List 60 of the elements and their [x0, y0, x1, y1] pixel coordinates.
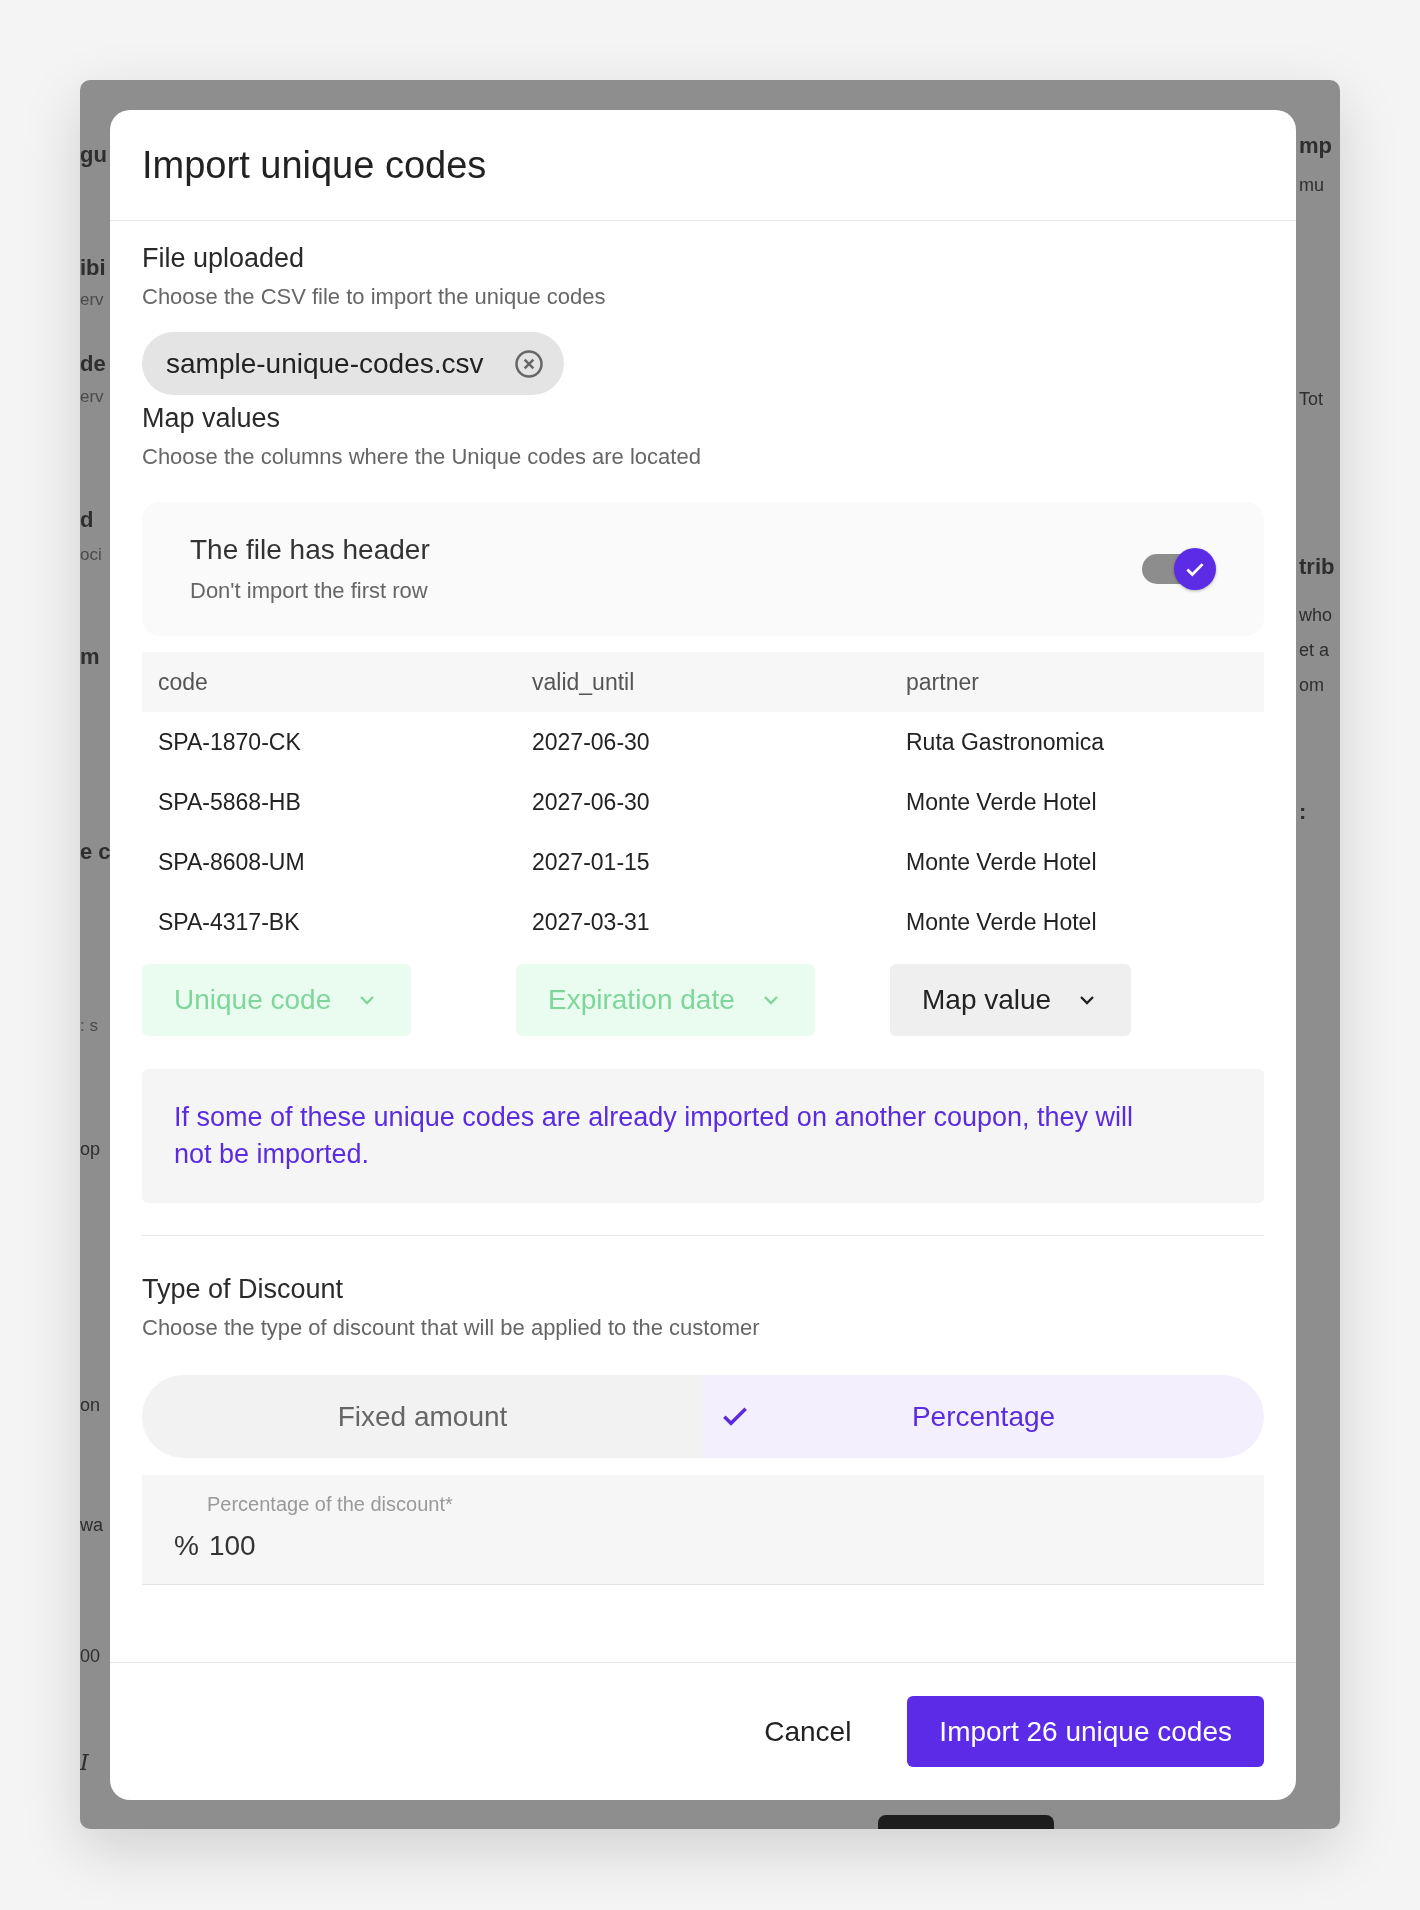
remove-icon[interactable] — [513, 348, 544, 379]
background-text: de — [80, 351, 106, 377]
background-text: oci — [80, 545, 102, 565]
background-text: d — [80, 507, 94, 533]
background-text: trib — [1299, 554, 1335, 580]
table-cell-text: Monte Verde Hotel — [905, 848, 1098, 876]
section-subtitle: Choose the columns where the Unique codes are located — [142, 444, 702, 470]
background-text: ibi — [80, 255, 106, 281]
background-text: who — [1299, 604, 1333, 626]
import-button[interactable]: Import 26 unique codes — [907, 1696, 1264, 1767]
table-cell-text: SPA-4317-BK — [157, 908, 301, 936]
background-text: 00 — [80, 1645, 101, 1667]
background-text: : s — [80, 1016, 98, 1036]
background-text: : — [1299, 799, 1307, 825]
background-text: om — [1299, 674, 1324, 696]
column-header: valid_until — [531, 668, 636, 696]
background-text: I — [80, 1749, 89, 1775]
background-text: m — [80, 644, 100, 670]
section-title: File uploaded — [142, 243, 306, 274]
discount-type-option[interactable]: Percentage — [703, 1375, 1264, 1458]
section-title: Map values — [142, 403, 282, 434]
table-cell-text: 2027-03-31 — [531, 908, 651, 936]
percentage-field[interactable]: Percentage of the discount* % 100 — [142, 1475, 1264, 1585]
field-value: 100 — [208, 1530, 256, 1562]
background-text: et a — [1299, 639, 1330, 661]
background-text: mp — [1299, 133, 1332, 159]
background-text: on — [80, 1394, 101, 1416]
background-text: erv — [80, 387, 104, 407]
table-cell-text: Monte Verde Hotel — [905, 788, 1098, 816]
column-header: partner — [905, 668, 980, 696]
toggle-title: The file has header — [190, 534, 430, 566]
background-text: mu — [1299, 174, 1324, 196]
background-text: op — [80, 1138, 101, 1160]
section-subtitle: Choose the type of discount that will be applied to the customer — [142, 1315, 761, 1341]
background-text: wa — [80, 1514, 103, 1536]
section-subtitle: Choose the CSV file to import the unique codes — [142, 284, 607, 310]
cancel-button[interactable]: Cancel — [754, 1705, 862, 1758]
section-title: Type of Discount — [142, 1274, 345, 1305]
table-cell-text: 2027-06-30 — [531, 788, 651, 816]
toggle-subtitle: Don't import the first row — [190, 578, 429, 604]
percent-prefix: % — [174, 1530, 199, 1562]
background-text: e c — [80, 839, 111, 865]
dialog-title: Import unique codes — [142, 143, 487, 187]
column-header: code — [157, 668, 209, 696]
table-cell-text: 2027-06-30 — [531, 728, 651, 756]
background-text: Tot — [1299, 388, 1323, 410]
table-cell-text: 2027-01-15 — [531, 848, 651, 876]
background-text: erv — [80, 290, 104, 310]
background-text: gu — [80, 142, 107, 168]
file-name: sample-unique-codes.csv — [166, 347, 484, 380]
table-cell-text: SPA-8608-UM — [157, 848, 306, 876]
column-dropdown[interactable]: Map value — [890, 964, 1132, 1036]
header-switch[interactable] — [1142, 548, 1216, 590]
table-cell-text: Ruta Gastronomica — [905, 728, 1106, 756]
field-label: Percentage of the discount* — [206, 1493, 454, 1516]
table-cell-text: SPA-1870-CK — [157, 728, 302, 756]
table-cell-text: SPA-5868-HB — [157, 788, 302, 816]
table-cell-text: Monte Verde Hotel — [905, 908, 1098, 936]
notice-text: If some of these unique codes are already imported on another coupon, they will not be imported. — [174, 1101, 1135, 1171]
discount-type-option[interactable]: Fixed amount — [142, 1375, 703, 1458]
